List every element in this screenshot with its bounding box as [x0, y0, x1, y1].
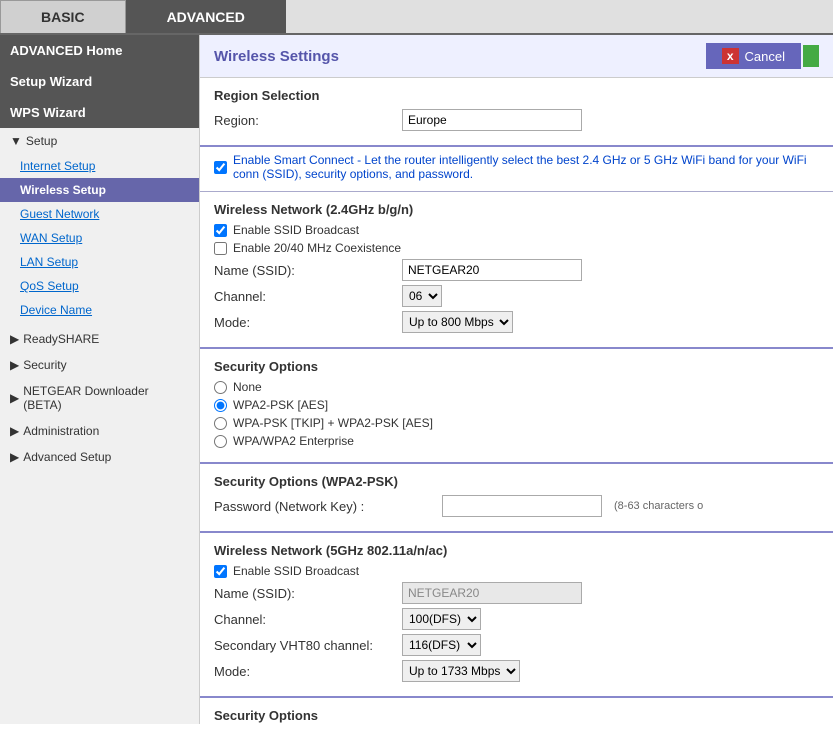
security-options-5ghz-title: Security Options: [214, 708, 819, 723]
readyshare-arrow-icon: ▶: [10, 332, 19, 346]
mode-5ghz-row: Mode: Up to 54 Mbps Up to 300 Mbps Up to…: [214, 660, 819, 682]
content-header: Wireless Settings x Cancel: [200, 35, 833, 78]
region-row: Region:: [214, 109, 819, 131]
password-input[interactable]: [442, 495, 602, 517]
sidebar-item-qos-setup[interactable]: QoS Setup: [0, 274, 199, 298]
green-status-indicator: [803, 45, 819, 67]
sidebar: ADVANCED Home Setup Wizard WPS Wizard ▼ …: [0, 35, 200, 724]
ssid-24-row: Name (SSID):: [214, 259, 819, 281]
security-wpa2-section: Security Options (WPA2-PSK) Password (Ne…: [200, 464, 833, 533]
tab-basic[interactable]: BASIC: [0, 0, 126, 33]
enable-ssid-broadcast-24-row: Enable SSID Broadcast: [214, 223, 819, 237]
enable-ssid-broadcast-24-checkbox[interactable]: [214, 224, 227, 237]
sidebar-group-netgear-downloader[interactable]: ▶ NETGEAR Downloader (BETA): [0, 378, 199, 418]
sidebar-item-guest-network[interactable]: Guest Network: [0, 202, 199, 226]
secondary-vht80-label: Secondary VHT80 channel:: [214, 638, 394, 653]
mode-5ghz-label: Mode:: [214, 664, 394, 679]
security-options-section: Security Options None WPA2-PSK [AES] WPA…: [200, 349, 833, 464]
wireless-24-title: Wireless Network (2.4GHz b/g/n): [214, 202, 819, 217]
security-wpa-psk-wpa2-label: WPA-PSK [TKIP] + WPA2-PSK [AES]: [233, 416, 433, 430]
ssid-24-input[interactable]: [402, 259, 582, 281]
administration-arrow-icon: ▶: [10, 424, 19, 438]
security-wpa-psk-wpa2-radio[interactable]: [214, 417, 227, 430]
page-title: Wireless Settings: [214, 48, 339, 65]
wireless-24-section: Wireless Network (2.4GHz b/g/n) Enable S…: [200, 192, 833, 349]
password-hint: (8-63 characters o: [614, 500, 703, 512]
enable-coexistence-label: Enable 20/40 MHz Coexistence: [233, 241, 401, 255]
cancel-button[interactable]: x Cancel: [706, 43, 801, 69]
sidebar-item-device-name[interactable]: Device Name: [0, 298, 199, 322]
sidebar-group-advanced-setup[interactable]: ▶ Advanced Setup: [0, 444, 199, 470]
sidebar-item-lan-setup[interactable]: LAN Setup: [0, 250, 199, 274]
sidebar-item-internet-setup[interactable]: Internet Setup: [0, 154, 199, 178]
channel-24-row: Channel: 0102030405 060708091011: [214, 285, 819, 307]
secondary-vht80-select[interactable]: None 116(DFS) 124(DFS) 132(DFS) 140(DFS): [402, 634, 481, 656]
password-row: Password (Network Key) : (8-63 character…: [214, 495, 819, 517]
security-wpa2-psk-row: WPA2-PSK [AES]: [214, 398, 819, 412]
security-arrow-icon: ▶: [10, 358, 19, 372]
cancel-x-icon: x: [722, 48, 739, 64]
security-none-label: None: [233, 380, 262, 394]
enable-coexistence-checkbox[interactable]: [214, 242, 227, 255]
security-wpa-psk-wpa2-row: WPA-PSK [TKIP] + WPA2-PSK [AES]: [214, 416, 819, 430]
sidebar-group-security[interactable]: ▶ Security: [0, 352, 199, 378]
wireless-5ghz-section: Wireless Network (5GHz 802.11a/n/ac) Ena…: [200, 533, 833, 698]
secondary-vht80-row: Secondary VHT80 channel: None 116(DFS) 1…: [214, 634, 819, 656]
security-enterprise-radio[interactable]: [214, 435, 227, 448]
enable-ssid-broadcast-5ghz-row: Enable SSID Broadcast: [214, 564, 819, 578]
sidebar-group-readyshare[interactable]: ▶ ReadySHARE: [0, 326, 199, 352]
mode-24-row: Mode: Up to 54 Mbps Up to 130 Mbps Up to…: [214, 311, 819, 333]
setup-arrow-icon: ▼: [10, 134, 22, 148]
sidebar-item-advanced-home[interactable]: ADVANCED Home: [0, 35, 199, 66]
region-section: Region Selection Region:: [200, 78, 833, 147]
content-area: Wireless Settings x Cancel Region Select…: [200, 35, 833, 724]
advanced-setup-arrow-icon: ▶: [10, 450, 19, 464]
security-none-radio[interactable]: [214, 381, 227, 394]
region-section-title: Region Selection: [214, 88, 819, 103]
security-none-row: None: [214, 380, 819, 394]
sidebar-item-wireless-setup[interactable]: Wireless Setup: [0, 178, 199, 202]
smart-connect-row: Enable Smart Connect - Let the router in…: [214, 153, 819, 181]
sidebar-group-setup[interactable]: ▼ Setup: [0, 128, 199, 154]
channel-5ghz-row: Channel: Auto36404448 100(DFS)104(DFS)10…: [214, 608, 819, 630]
password-label: Password (Network Key) :: [214, 499, 434, 514]
ssid-5ghz-label: Name (SSID):: [214, 586, 394, 601]
ssid-24-label: Name (SSID):: [214, 263, 394, 278]
smart-connect-checkbox[interactable]: [214, 161, 227, 174]
netgear-arrow-icon: ▶: [10, 391, 19, 405]
sidebar-item-setup-wizard[interactable]: Setup Wizard: [0, 66, 199, 97]
enable-ssid-broadcast-24-label: Enable SSID Broadcast: [233, 223, 359, 237]
enable-ssid-broadcast-5ghz-checkbox[interactable]: [214, 565, 227, 578]
mode-24-label: Mode:: [214, 315, 394, 330]
security-options-5ghz-section: Security Options: [200, 698, 833, 724]
enable-coexistence-row: Enable 20/40 MHz Coexistence: [214, 241, 819, 255]
ssid-5ghz-row: Name (SSID):: [214, 582, 819, 604]
tab-bar: BASIC ADVANCED: [0, 0, 833, 35]
tab-advanced[interactable]: ADVANCED: [126, 0, 286, 33]
sidebar-item-wan-setup[interactable]: WAN Setup: [0, 226, 199, 250]
security-enterprise-label: WPA/WPA2 Enterprise: [233, 434, 354, 448]
security-options-title: Security Options: [214, 359, 819, 374]
smart-connect-label: Enable Smart Connect - Let the router in…: [233, 153, 819, 181]
sidebar-item-wps-wizard[interactable]: WPS Wizard: [0, 97, 199, 128]
region-input[interactable]: [402, 109, 582, 131]
mode-24-select[interactable]: Up to 54 Mbps Up to 130 Mbps Up to 300 M…: [402, 311, 513, 333]
smart-connect-section: Enable Smart Connect - Let the router in…: [200, 147, 833, 192]
channel-24-label: Channel:: [214, 289, 394, 304]
sidebar-group-administration[interactable]: ▶ Administration: [0, 418, 199, 444]
enable-ssid-broadcast-5ghz-label: Enable SSID Broadcast: [233, 564, 359, 578]
wireless-5ghz-title: Wireless Network (5GHz 802.11a/n/ac): [214, 543, 819, 558]
region-label: Region:: [214, 113, 394, 128]
security-wpa2-psk-radio[interactable]: [214, 399, 227, 412]
security-wpa2-title: Security Options (WPA2-PSK): [214, 474, 819, 489]
ssid-5ghz-input[interactable]: [402, 582, 582, 604]
security-wpa2-psk-label: WPA2-PSK [AES]: [233, 398, 328, 412]
mode-5ghz-select[interactable]: Up to 54 Mbps Up to 300 Mbps Up to 1300 …: [402, 660, 520, 682]
security-enterprise-row: WPA/WPA2 Enterprise: [214, 434, 819, 448]
channel-5ghz-select[interactable]: Auto36404448 100(DFS)104(DFS)108(DFS)112…: [402, 608, 481, 630]
channel-5ghz-label: Channel:: [214, 612, 394, 627]
channel-24-select[interactable]: 0102030405 060708091011: [402, 285, 442, 307]
